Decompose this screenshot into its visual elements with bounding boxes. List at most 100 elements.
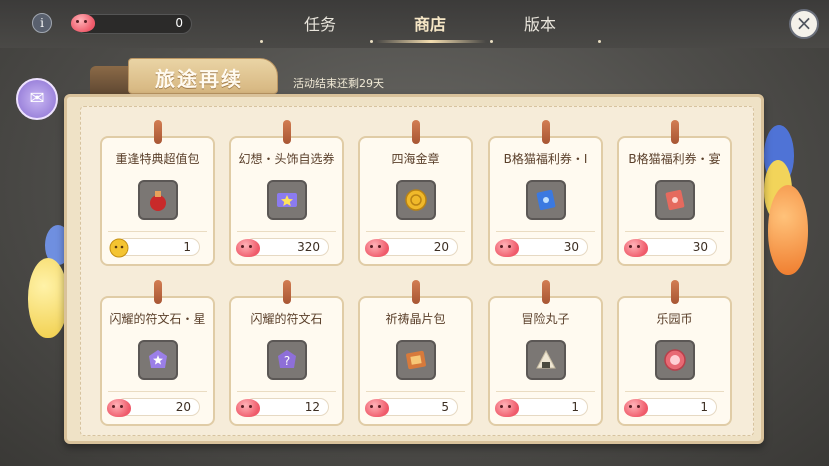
item-slot xyxy=(267,180,307,220)
item-slot xyxy=(655,340,695,380)
pin-icon xyxy=(283,120,291,144)
shop-item-card[interactable]: B格猫福利券・I 30 xyxy=(488,120,603,266)
item-name: 闪耀的符文石 xyxy=(250,312,323,326)
poring-icon xyxy=(236,399,260,417)
price-value: 12 xyxy=(304,400,320,414)
pin-icon xyxy=(671,280,679,304)
poring-icon xyxy=(495,399,519,417)
price-value: 5 xyxy=(441,400,449,414)
price-value: 1 xyxy=(571,400,579,414)
card-divider xyxy=(625,391,724,392)
info-button[interactable]: i xyxy=(32,13,52,33)
pin-icon xyxy=(412,120,420,144)
card-divider xyxy=(625,231,724,232)
card-divider xyxy=(108,391,207,392)
price-tag: 1 xyxy=(624,398,717,417)
red-ticket-icon xyxy=(665,189,685,211)
price-value: 30 xyxy=(692,240,708,254)
card-divider xyxy=(237,231,336,232)
poring-icon xyxy=(624,399,648,417)
item-name: 幻想・头饰自选券 xyxy=(238,152,335,166)
active-tab-underline xyxy=(376,40,486,43)
question-rune-icon: ? xyxy=(278,350,296,368)
item-name: 四海金章 xyxy=(391,152,440,166)
tab-version[interactable]: 版本 xyxy=(490,11,590,35)
price-tag: 20 xyxy=(107,398,200,417)
gold-cat-coin-icon xyxy=(109,238,129,258)
yellow-balloon-icon xyxy=(28,258,68,338)
tab-bar: 任务 商店 版本 xyxy=(270,0,600,44)
card-divider xyxy=(496,391,595,392)
price-value: 30 xyxy=(563,240,579,254)
pin-icon xyxy=(671,120,679,144)
red-pouch-icon xyxy=(150,191,166,211)
pin-icon xyxy=(542,280,550,304)
poring-icon xyxy=(624,239,648,257)
item-slot xyxy=(396,180,436,220)
tab-divider-dot xyxy=(490,40,493,43)
card-divider xyxy=(108,231,207,232)
shop-item-card[interactable]: 重逢特典超值包 1 xyxy=(100,120,215,266)
shop-item-card[interactable]: 四海金章 20 xyxy=(358,120,473,266)
item-slot xyxy=(138,340,178,380)
chip-pack-icon xyxy=(406,350,426,370)
price-value: 20 xyxy=(433,240,449,254)
poring-icon xyxy=(71,14,95,32)
item-slot xyxy=(138,180,178,220)
shop-item-card[interactable]: B格猫福利券・宴 30 xyxy=(617,120,732,266)
shop-item-card[interactable]: 冒险丸子 1 xyxy=(488,280,603,426)
tab-divider-dot xyxy=(598,40,601,43)
event-time-left: 活动结束还剩29天 xyxy=(293,77,384,90)
close-button[interactable]: × xyxy=(789,9,819,39)
shop-item-card[interactable]: 幻想・头饰自选券 320 xyxy=(229,120,344,266)
blue-ticket-icon xyxy=(536,189,556,211)
event-title: 旅途再续 xyxy=(155,67,243,91)
item-slot xyxy=(526,180,566,220)
tab-divider-dot xyxy=(370,40,373,43)
tab-tasks[interactable]: 任务 xyxy=(270,11,370,35)
pin-icon xyxy=(412,280,420,304)
price-tag: 1 xyxy=(109,238,200,258)
tab-shop[interactable]: 商店 xyxy=(380,11,480,35)
poring-icon xyxy=(365,239,389,257)
price-value: 1 xyxy=(700,400,708,414)
shop-item-card[interactable]: 闪耀的符文石・星 20 xyxy=(100,280,215,426)
poring-icon xyxy=(107,399,131,417)
poring-icon xyxy=(365,399,389,417)
item-name: 重逢特典超值包 xyxy=(115,152,200,166)
currency-display: 0 xyxy=(71,14,192,34)
item-name: 祈祷晶片包 xyxy=(385,312,446,326)
orange-balloon-icon xyxy=(768,185,808,275)
item-slot xyxy=(396,340,436,380)
item-name: 闪耀的符文石・星 xyxy=(109,312,206,326)
price-tag: 30 xyxy=(495,238,588,257)
price-value: 1 xyxy=(183,240,191,254)
rice-ball-icon xyxy=(536,349,556,369)
item-slot xyxy=(526,340,566,380)
star-rune-icon xyxy=(149,350,167,368)
item-name: 冒险丸子 xyxy=(521,312,570,326)
gold-medal-icon xyxy=(405,189,427,211)
item-name: 乐园币 xyxy=(656,312,693,326)
pin-icon xyxy=(154,120,162,144)
tab-divider-dot xyxy=(260,40,263,43)
price-tag: 1 xyxy=(495,398,588,417)
pin-icon xyxy=(154,280,162,304)
card-divider xyxy=(366,231,465,232)
price-tag: 20 xyxy=(365,238,458,257)
shop-item-card[interactable]: 乐园币 1 xyxy=(617,280,732,426)
shop-item-card[interactable]: 闪耀的符文石 ? 12 xyxy=(229,280,344,426)
poring-icon xyxy=(495,239,519,257)
item-name: B格猫福利券・I xyxy=(503,152,588,166)
price-value: 20 xyxy=(175,400,191,414)
poring-icon xyxy=(236,239,260,257)
card-divider xyxy=(496,231,595,232)
mail-envelope-icon[interactable]: ✉ xyxy=(16,78,58,120)
price-tag: 5 xyxy=(365,398,458,417)
star-ticket-icon xyxy=(277,193,297,207)
park-coin-icon xyxy=(664,349,686,371)
card-divider xyxy=(366,391,465,392)
price-tag: 12 xyxy=(236,398,329,417)
shop-item-card[interactable]: 祈祷晶片包 5 xyxy=(358,280,473,426)
currency-value: 0 xyxy=(175,16,183,30)
